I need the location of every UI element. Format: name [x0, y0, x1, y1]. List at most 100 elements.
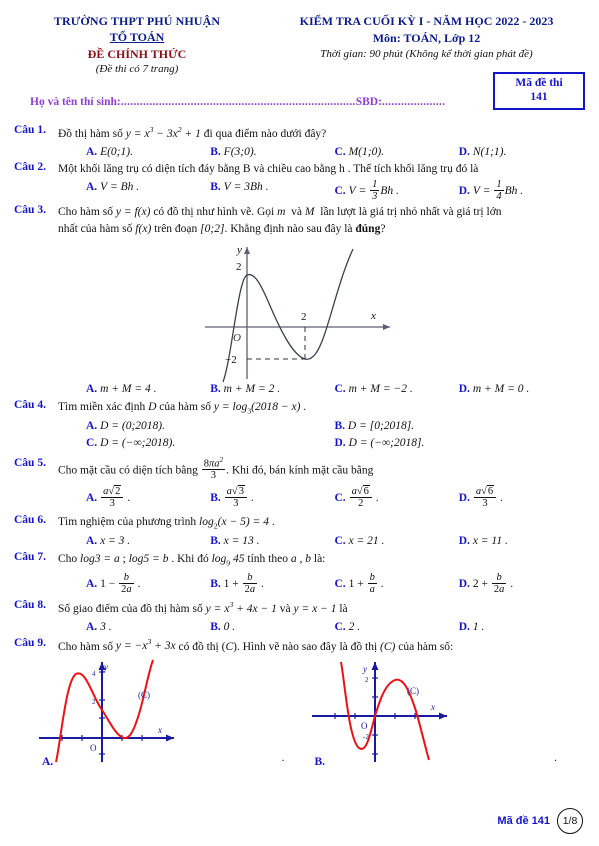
exam-code-box: Mã đề thi 141: [493, 72, 585, 110]
question-7-options: A. 1 − b 2a . B. 1 + b 2a . C. 1 + ba . D.…: [58, 572, 583, 595]
option-d[interactable]: D. V = 1 4 Bh .: [459, 179, 583, 202]
department-name: TỔ TOÁN: [109, 30, 165, 44]
option-b-letter: B.: [314, 756, 326, 769]
question-1-label: Câu 1.: [14, 124, 46, 136]
question-3-figure: 2 −2 2 O x y: [0, 239, 599, 384]
exam-page: TRƯỜNG THPT PHÚ NHUẬN TỔ TOÁN ĐỀ CHÍNH T…: [0, 0, 599, 846]
question-6-label: Câu 6.: [14, 514, 46, 527]
option-c[interactable]: C. x = 21 .: [335, 533, 459, 550]
school-name: TRƯỜNG THPT PHÚ NHUẬN: [53, 14, 221, 28]
question-6-options: A. x = 3 . B. x = 13 . C. x = 21 . D. x …: [58, 533, 583, 550]
header-right-block: KIỂM TRA CUỐI KỲ I - NĂM HỌC 2022 - 2023…: [262, 14, 587, 75]
option-a[interactable]: A. D = (0;2018).: [86, 418, 335, 435]
exam-code-label: Mã đề thi: [515, 77, 563, 89]
question-9-body: Cho hàm số y = −x3 + 3x có đồ thị (C). H…: [58, 637, 583, 656]
axis-label-y: y: [236, 244, 242, 256]
exam-code-value: 141: [530, 91, 548, 104]
option-b[interactable]: B. x = 13 .: [210, 533, 334, 550]
option-a[interactable]: A. V = Bh .: [86, 179, 210, 202]
page-footer: Mã đề 141 1/8: [497, 808, 583, 834]
question-5-label: Câu 5.: [14, 456, 46, 469]
option-c[interactable]: C. V = 1 3 Bh .: [335, 179, 459, 202]
option-b[interactable]: B. 1 + b 2a .: [210, 572, 334, 595]
option-d[interactable]: D. a√6 3 .: [459, 485, 583, 509]
question-2-options: A. V = Bh . B. V = 3Bh . C. V = 1 3 Bh . D…: [58, 179, 583, 202]
question-4-stem: Tìm miền xác định D của hàm số y = log3(…: [58, 400, 307, 416]
cubic-graph-q3: 2 −2 2 O x y: [204, 244, 390, 383]
question-2: Câu 2. Một khối lăng trụ có diện tích đá…: [0, 161, 599, 202]
official-exam-label: ĐỀ CHÍNH THỨC: [87, 47, 187, 61]
option-b[interactable]: B. D = [0;2018].: [335, 418, 584, 435]
axis-label-y: y: [103, 662, 108, 672]
question-1-body: Đồ thị hàm số y = x3 − 3x2 + 1 đi qua đi…: [58, 124, 583, 160]
option-c[interactable]: C. M(1;0).: [335, 144, 459, 161]
question-5-options: A. a√2 3 . B. a√3 3 . C. a√6 2 . D. a√6 3 .: [58, 485, 583, 509]
question-2-body: Một khối lăng trụ có diện tích đáy bằng …: [58, 161, 583, 202]
option-d[interactable]: D. D = (−∞;2018].: [335, 435, 584, 452]
option-d[interactable]: D. x = 11 .: [459, 533, 583, 550]
origin-label: O: [233, 332, 241, 344]
option-a-dot: .: [281, 752, 285, 765]
axis-label-y: y: [362, 664, 367, 674]
option-d[interactable]: D. m + M = 0 .: [459, 381, 583, 398]
question-1-options: A. E(0;1). B. F(3;0). C. M(1;0). D. N(1;…: [58, 144, 583, 161]
sbd-dots: ....................: [381, 96, 446, 108]
question-7-stem: Cho log3 = a ; log5 = b . Khi đó log9 45…: [58, 552, 326, 568]
question-3: Câu 3. Cho hàm số y = f(x) có đồ thị như…: [0, 204, 599, 237]
exam-duration: Thời gian: 90 phút (Không kể thời gian p…: [320, 48, 533, 60]
question-3-options-row: A. m + M = 4 . B. m + M = 2 . C. m + M =…: [0, 380, 599, 398]
tick-label-mid: 2: [92, 698, 96, 706]
option-a-letter: A.: [42, 756, 54, 769]
question-8: Câu 8. Số giao điểm của đồ thị hàm số y …: [0, 599, 599, 635]
question-9-option-b-figure[interactable]: y x O 2 -2 (C) B. .: [307, 658, 580, 769]
option-c[interactable]: C. a√6 2 .: [335, 485, 459, 509]
axis-label-x: x: [157, 725, 162, 735]
question-2-stem: Một khối lăng trụ có diện tích đáy bằng …: [58, 163, 479, 176]
option-d[interactable]: D. 1 .: [459, 619, 583, 636]
curve-label-C: (C): [138, 690, 150, 700]
option-a[interactable]: A. 3 .: [86, 619, 210, 636]
question-3-options: A. m + M = 4 . B. m + M = 2 . C. m + M =…: [58, 381, 583, 398]
option-a[interactable]: A. m + M = 4 .: [86, 381, 210, 398]
option-b[interactable]: B. a√3 3 .: [210, 485, 334, 509]
origin-label: O: [361, 721, 368, 731]
option-b-dot: .: [554, 752, 557, 765]
option-a[interactable]: A. a√2 3 .: [86, 485, 210, 509]
question-9-option-a-figure[interactable]: y x O 4 2 (C) A. .: [34, 658, 307, 769]
cubic-graph-option-a: y x O 4 2 (C): [39, 659, 174, 763]
candidate-info-row: Họ và tên thí sinh:.....................…: [30, 96, 500, 108]
cubic-graph-option-b: y x O 2 -2 (C): [311, 661, 447, 763]
option-d[interactable]: D. 2 + b 2a .: [459, 572, 583, 595]
curve-label-C: (C): [407, 686, 419, 696]
question-3-bold-word: đúng: [355, 222, 381, 235]
question-7-body: Cho log3 = a ; log5 = b . Khi đó log9 45…: [58, 551, 583, 596]
question-4-options-row-1: A. D = (0;2018). B. D = [0;2018].: [58, 418, 583, 435]
question-6: Câu 6. Tìm nghiệm của phương trình log2(…: [0, 514, 599, 549]
sphere-area-fraction: 8πa2 3: [201, 455, 226, 482]
option-b[interactable]: B. m + M = 2 .: [210, 381, 334, 398]
exam-title: KIỂM TRA CUỐI KỲ I - NĂM HỌC 2022 - 2023: [299, 14, 554, 28]
question-3-stem-line-2: nhất của hàm số f(x) trên đoạn [0;2]. Kh…: [58, 222, 386, 235]
option-a[interactable]: A. x = 3 .: [86, 533, 210, 550]
question-4: Câu 4. Tìm miền xác định D của hàm số y …: [0, 399, 599, 452]
option-b[interactable]: B. F(3;0).: [210, 144, 334, 161]
option-d[interactable]: D. N(1;1).: [459, 144, 583, 161]
question-4-options-row-2: C. D = (−∞;2018). D. D = (−∞;2018].: [58, 435, 583, 452]
question-2-label: Câu 2.: [14, 161, 46, 174]
exam-subject: Môn: TOÁN, Lớp 12: [372, 31, 481, 45]
question-8-body: Số giao điểm của đồ thị hàm số y = x3 + …: [58, 599, 583, 635]
option-a[interactable]: A. 1 − b 2a .: [86, 572, 210, 595]
option-c[interactable]: C. 1 + ba .: [335, 572, 459, 595]
question-8-options: A. 3 . B. 0 . C. 2 . D. 1 .: [58, 619, 583, 636]
option-c[interactable]: C. 2 .: [335, 619, 459, 636]
axis-label-x: x: [430, 702, 435, 712]
option-a[interactable]: A. E(0;1).: [86, 144, 210, 161]
option-b[interactable]: B. V = 3Bh .: [210, 179, 334, 202]
question-7-label: Câu 7.: [14, 550, 46, 563]
option-c[interactable]: C. D = (−∞;2018).: [86, 435, 335, 452]
tick-y-2: 2: [236, 261, 242, 273]
option-c[interactable]: C. m + M = −2 .: [335, 381, 459, 398]
question-5: Câu 5. Cho mặt cầu có diện tích bằng 8πa…: [0, 455, 599, 510]
option-b[interactable]: B. 0 .: [210, 619, 334, 636]
